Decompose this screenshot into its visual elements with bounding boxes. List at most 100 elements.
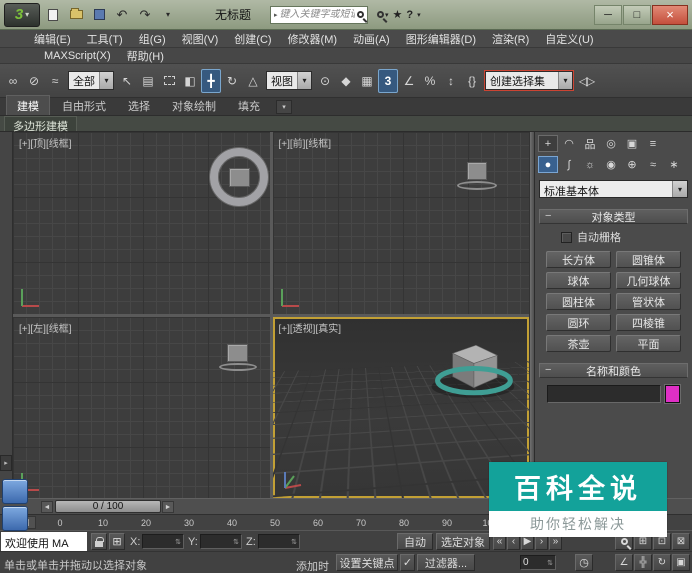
viewport-top[interactable]: [+][顶][线框] (13, 132, 270, 314)
time-configuration-button[interactable]: ◷ (575, 554, 593, 571)
menu-group[interactable]: 组(G) (131, 30, 174, 48)
redo-button[interactable]: ↷ (135, 5, 155, 25)
object-color-swatch[interactable] (665, 385, 680, 403)
sphere-button[interactable]: 球体 (546, 272, 611, 289)
workspace-dropdown-button[interactable]: ▾ (158, 5, 178, 25)
window-crossing-icon[interactable]: ◧ (180, 69, 200, 93)
menu-help[interactable]: 帮助(H) (119, 47, 172, 65)
application-menu-button[interactable]: 3 ▾ (4, 3, 40, 27)
select-by-name-icon[interactable]: ▤ (138, 69, 158, 93)
new-scene-button[interactable] (43, 5, 63, 25)
select-object-icon[interactable]: ↖ (117, 69, 137, 93)
keyboard-override-icon[interactable]: ▦ (357, 69, 377, 93)
hierarchy-tab-icon[interactable]: 品 (580, 135, 600, 152)
ribbon-tab-object-paint[interactable]: 对象绘制 (162, 96, 226, 115)
box-object-left-view[interactable] (227, 344, 248, 362)
geosphere-button[interactable]: 几何球体 (616, 272, 681, 289)
ribbon-tab-populate[interactable]: 填充 (228, 96, 270, 115)
helpers-category-icon[interactable]: ⊕ (622, 156, 642, 173)
ribbon-tab-modeling[interactable]: 建模 (6, 95, 50, 115)
undo-button[interactable]: ↶ (112, 5, 132, 25)
time-slider-handle[interactable]: 0 / 100 (55, 500, 161, 513)
zoom-region-icon[interactable]: ⊠ (672, 533, 690, 550)
ribbon-minimize-button[interactable]: ▾ (276, 100, 292, 114)
autogrid-checkbox[interactable] (561, 232, 572, 243)
plane-button[interactable]: 平面 (616, 335, 681, 352)
auto-key-button[interactable]: 自动 (397, 533, 433, 550)
maximize-button[interactable]: □ (623, 5, 651, 25)
bind-to-space-warp-icon[interactable]: ≈ (45, 69, 65, 93)
menu-graph-editors[interactable]: 图形编辑器(D) (398, 30, 484, 48)
menu-customize[interactable]: 自定义(U) (537, 30, 601, 48)
cylinder-button[interactable]: 圆柱体 (546, 293, 611, 310)
viewport-label[interactable]: [+][顶][线框] (19, 135, 72, 150)
cameras-category-icon[interactable]: ◉ (601, 156, 621, 173)
menu-maxscript[interactable]: MAXScript(X) (36, 49, 119, 63)
menu-create[interactable]: 创建(C) (226, 30, 279, 48)
viewport-label[interactable]: [+][透视][真实] (279, 320, 342, 335)
search-icon[interactable] (357, 11, 364, 18)
menu-views[interactable]: 视图(V) (174, 30, 227, 48)
lights-category-icon[interactable]: ☼ (580, 156, 600, 173)
viewport-left[interactable]: [+][左][线框] (13, 317, 270, 499)
maximize-viewport-toggle-icon[interactable]: ▣ (672, 554, 690, 571)
select-and-move-icon[interactable]: ╋ (201, 69, 221, 93)
viewport-front[interactable]: [+][前][线框] (273, 132, 530, 314)
teapot-button[interactable]: 茶壶 (546, 335, 611, 352)
create-tab-icon[interactable]: + (538, 135, 558, 152)
selection-lock-toggle[interactable] (91, 533, 107, 550)
use-pivot-center-icon[interactable]: ⊙ (315, 69, 335, 93)
torus-object-left-view[interactable] (219, 363, 257, 371)
unlink-selection-icon[interactable]: ⊘ (24, 69, 44, 93)
cone-button[interactable]: 圆锥体 (616, 251, 681, 268)
object-type-rollout-header[interactable]: − 对象类型 (539, 209, 688, 224)
next-frame-arrow[interactable]: ► (162, 501, 174, 513)
communication-center-button[interactable]: ★ (393, 8, 403, 21)
select-and-rotate-icon[interactable]: ↻ (222, 69, 242, 93)
box-object-top-view[interactable] (229, 168, 250, 187)
menu-modifiers[interactable]: 修改器(M) (280, 30, 346, 48)
open-file-button[interactable] (66, 5, 86, 25)
torus-object-front-view[interactable] (457, 181, 497, 190)
angle-snap-icon[interactable]: ∠ (399, 69, 419, 93)
ribbon-panel-polygon-modeling[interactable]: 多边形建模 (4, 116, 77, 131)
geometry-category-icon[interactable]: ● (538, 156, 558, 173)
previous-frame-arrow[interactable]: ◄ (41, 501, 53, 513)
close-button[interactable]: × (652, 5, 688, 25)
current-frame-field[interactable]: 0⇅ (520, 555, 556, 570)
percent-snap-icon[interactable]: % (420, 69, 440, 93)
utilities-tab-icon[interactable]: ≡ (643, 135, 663, 152)
z-coordinate-field[interactable]: ⇅ (258, 534, 300, 549)
expand-panel-arrow-button[interactable]: ▸ (0, 455, 12, 471)
snaps-toggle-icon[interactable]: 3 (378, 69, 398, 93)
reference-coordinate-dropdown[interactable]: 视图 ▾ (266, 71, 312, 90)
field-of-view-icon[interactable]: ∠ (615, 554, 633, 571)
motion-tab-icon[interactable]: ◎ (601, 135, 621, 152)
key-filters-button[interactable]: 过滤器... (417, 554, 475, 571)
modify-tab-icon[interactable]: ◠ (559, 135, 579, 152)
torus-button[interactable]: 圆环 (546, 314, 611, 331)
search-input[interactable] (280, 9, 355, 20)
viewport-label[interactable]: [+][左][线框] (19, 320, 72, 335)
pyramid-button[interactable]: 四棱锥 (616, 314, 681, 331)
edit-named-selection-sets-icon[interactable]: {} (462, 69, 482, 93)
x-coordinate-field[interactable]: ⇅ (142, 534, 184, 549)
menu-animation[interactable]: 动画(A) (345, 30, 398, 48)
spinner-snap-icon[interactable]: ↕ (441, 69, 461, 93)
shapes-category-icon[interactable]: ∫ (559, 156, 579, 173)
set-key-button[interactable]: 设置关键点 (336, 554, 398, 571)
box-button[interactable]: 长方体 (546, 251, 611, 268)
absolute-mode-toggle[interactable]: ⊞ (109, 533, 125, 550)
space-warps-category-icon[interactable]: ≈ (643, 156, 663, 173)
orbit-icon[interactable]: ↻ (653, 554, 671, 571)
selection-filter-dropdown[interactable]: 全部 ▾ (68, 71, 114, 90)
selection-region-icon[interactable] (159, 69, 179, 93)
name-color-rollout-header[interactable]: − 名称和颜色 (539, 363, 688, 378)
ribbon-tab-selection[interactable]: 选择 (118, 96, 160, 115)
help-dropdown-icon[interactable]: ▾ (417, 11, 421, 19)
display-tab-icon[interactable]: ▣ (622, 135, 642, 152)
menu-rendering[interactable]: 渲染(R) (484, 30, 537, 48)
maxscript-mini-listener[interactable]: 欢迎使用 MA (1, 532, 87, 551)
add-time-tag[interactable]: 添加时 (296, 558, 329, 573)
primitive-type-dropdown[interactable]: 标准基本体 ▾ (539, 180, 688, 198)
